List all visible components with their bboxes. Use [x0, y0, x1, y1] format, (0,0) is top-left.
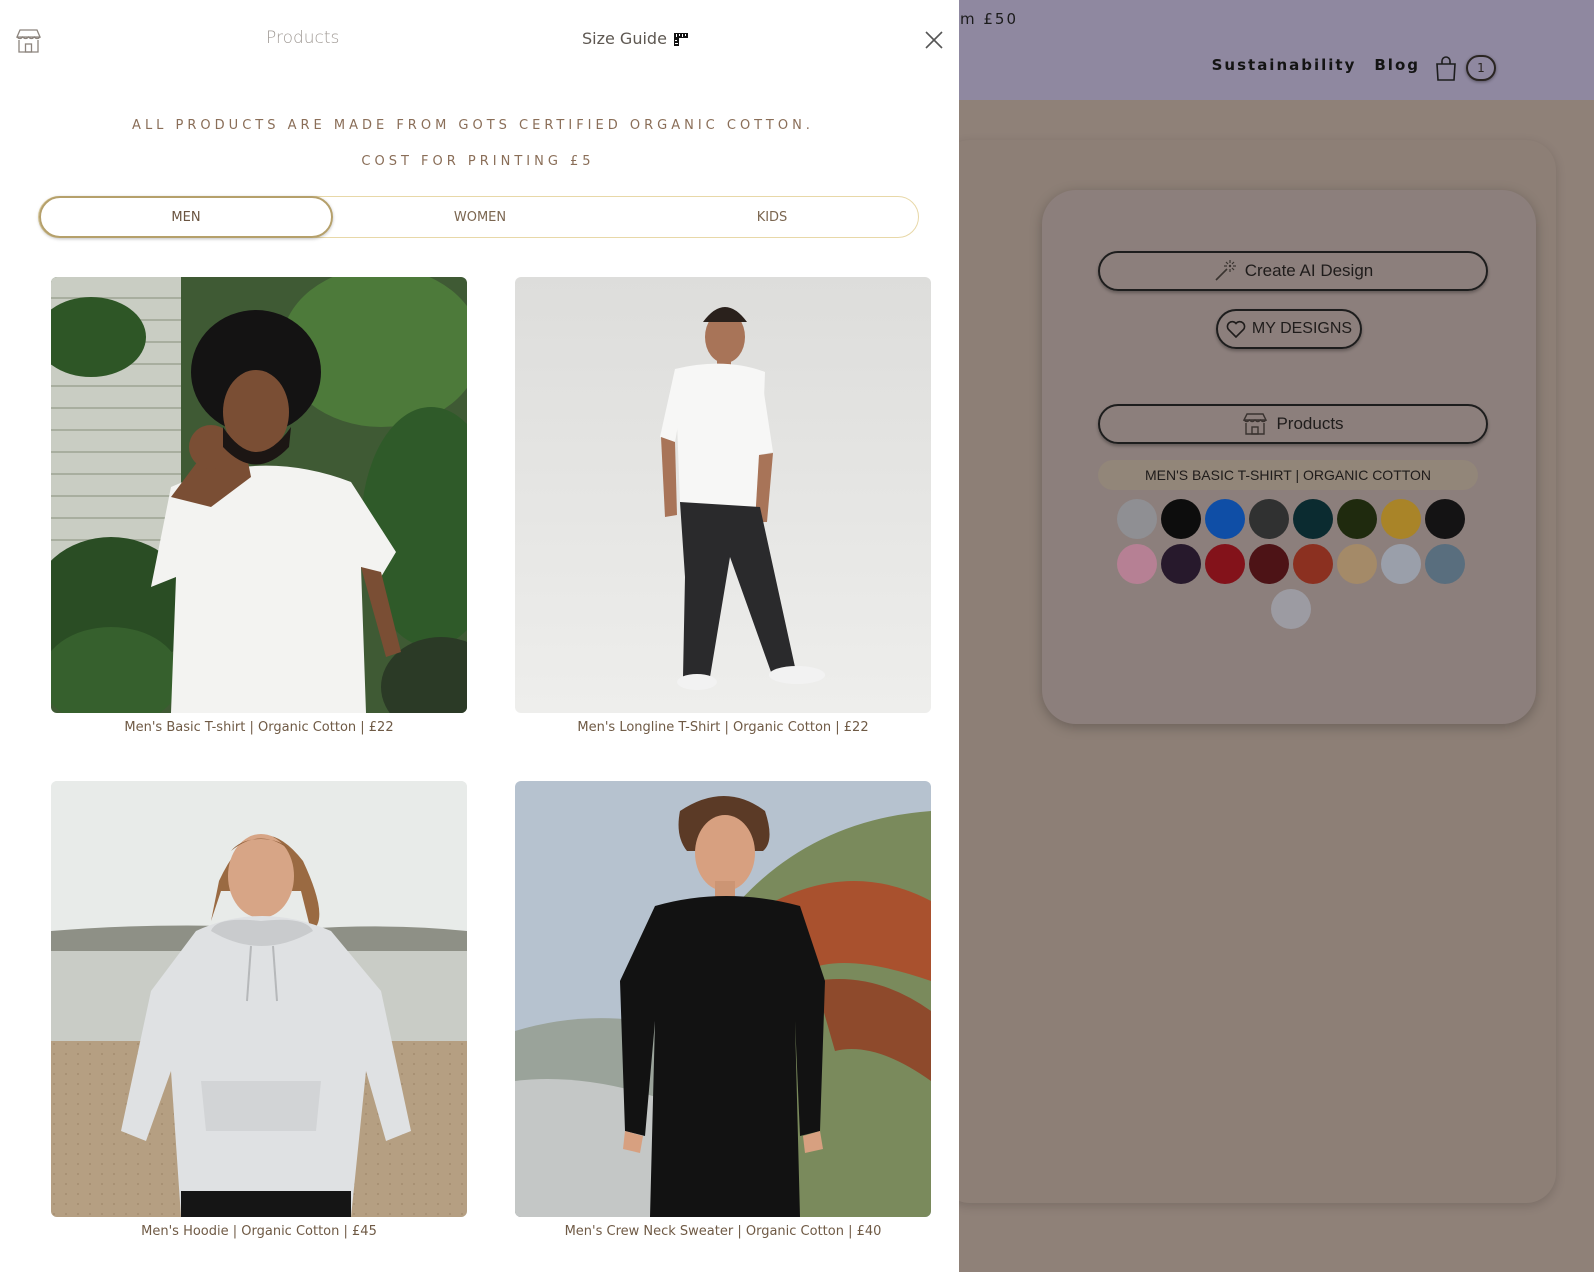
product-caption-basic-tshirt: Men's Basic T-shirt | Organic Cotton | £… [124, 720, 394, 735]
color-swatch-13[interactable] [1293, 544, 1333, 584]
color-swatch-14[interactable] [1337, 544, 1377, 584]
color-swatch-15[interactable] [1381, 544, 1421, 584]
color-swatch-11[interactable] [1205, 544, 1245, 584]
color-swatch-4[interactable] [1249, 499, 1289, 539]
color-swatch-7[interactable] [1381, 499, 1421, 539]
product-caption-longline-tshirt: Men's Longline T-Shirt | Organic Cotton … [577, 720, 869, 735]
products-button-label: Products [1276, 414, 1344, 433]
shopping-bag-icon[interactable] [1434, 55, 1458, 81]
magic-wand-icon [1215, 260, 1236, 281]
category-tabs: MEN WOMEN KIDS [38, 196, 919, 238]
close-icon[interactable] [923, 29, 945, 51]
my-designs-label: MY DESIGNS [1251, 320, 1353, 337]
heart-icon [1226, 320, 1246, 338]
organic-cotton-notice: ALL PRODUCTS ARE MADE FROM GOTS CERTIFIE… [132, 118, 814, 133]
color-swatch-5[interactable] [1293, 499, 1333, 539]
product-image-basic-tshirt[interactable] [51, 277, 467, 713]
product-image-longline-tshirt[interactable] [515, 277, 931, 713]
product-caption-crew-neck-sweater: Men's Crew Neck Sweater | Organic Cotton… [564, 1224, 882, 1239]
size-guide-link[interactable]: Size Guide [582, 29, 689, 48]
color-swatch-8[interactable] [1425, 499, 1465, 539]
background-nav: Sustainability Blog [1212, 56, 1420, 74]
nav-blog[interactable]: Blog [1374, 56, 1420, 74]
color-swatch-2[interactable] [1161, 499, 1201, 539]
product-card-hoodie[interactable]: Men's Hoodie | Organic Cotton | £45 [51, 781, 467, 1239]
selected-product-title: MEN'S BASIC T-SHIRT | ORGANIC COTTON [1098, 460, 1478, 490]
cart-count-badge: 1 [1466, 55, 1496, 81]
color-swatch-6[interactable] [1337, 499, 1377, 539]
color-swatch-10[interactable] [1161, 544, 1201, 584]
store-icon[interactable] [15, 28, 42, 54]
product-caption-hoodie: Men's Hoodie | Organic Cotton | £45 [141, 1224, 377, 1239]
color-swatch-17[interactable] [1271, 589, 1311, 629]
nav-sustainability[interactable]: Sustainability [1212, 56, 1357, 74]
printing-cost-notice: COST FOR PRINTING £5 [361, 154, 595, 169]
store-icon [1243, 413, 1268, 435]
color-swatch-grid [1114, 499, 1468, 629]
create-ai-design-label: Create AI Design [1244, 261, 1374, 280]
product-card-crew-neck-sweater[interactable]: Men's Crew Neck Sweater | Organic Cotton… [515, 781, 931, 1239]
my-designs-button[interactable]: MY DESIGNS [1216, 309, 1362, 349]
size-guide-label: Size Guide [582, 29, 667, 48]
product-card-longline-tshirt[interactable]: Men's Longline T-Shirt | Organic Cotton … [515, 277, 931, 735]
product-image-crew-neck-sweater[interactable] [515, 781, 931, 1217]
ruler-icon [673, 32, 688, 46]
color-swatch-9[interactable] [1117, 544, 1157, 584]
products-panel: Products Size Guide ALL PRODUCTS ARE MAD… [0, 0, 959, 1272]
product-card-basic-tshirt[interactable]: Men's Basic T-shirt | Organic Cotton | £… [51, 277, 467, 735]
tab-women[interactable]: WOMEN [333, 196, 627, 238]
color-swatch-16[interactable] [1425, 544, 1465, 584]
tab-men[interactable]: MEN [39, 196, 333, 238]
panel-title: Products [266, 28, 340, 48]
color-swatch-12[interactable] [1249, 544, 1289, 584]
create-ai-design-button[interactable]: Create AI Design [1098, 251, 1488, 291]
tab-kids[interactable]: KIDS [625, 196, 919, 238]
promo-banner-text: m £50 [960, 10, 1019, 28]
color-swatch-1[interactable] [1117, 499, 1157, 539]
product-image-hoodie[interactable] [51, 781, 467, 1217]
color-swatch-3[interactable] [1205, 499, 1245, 539]
products-button[interactable]: Products [1098, 404, 1488, 444]
